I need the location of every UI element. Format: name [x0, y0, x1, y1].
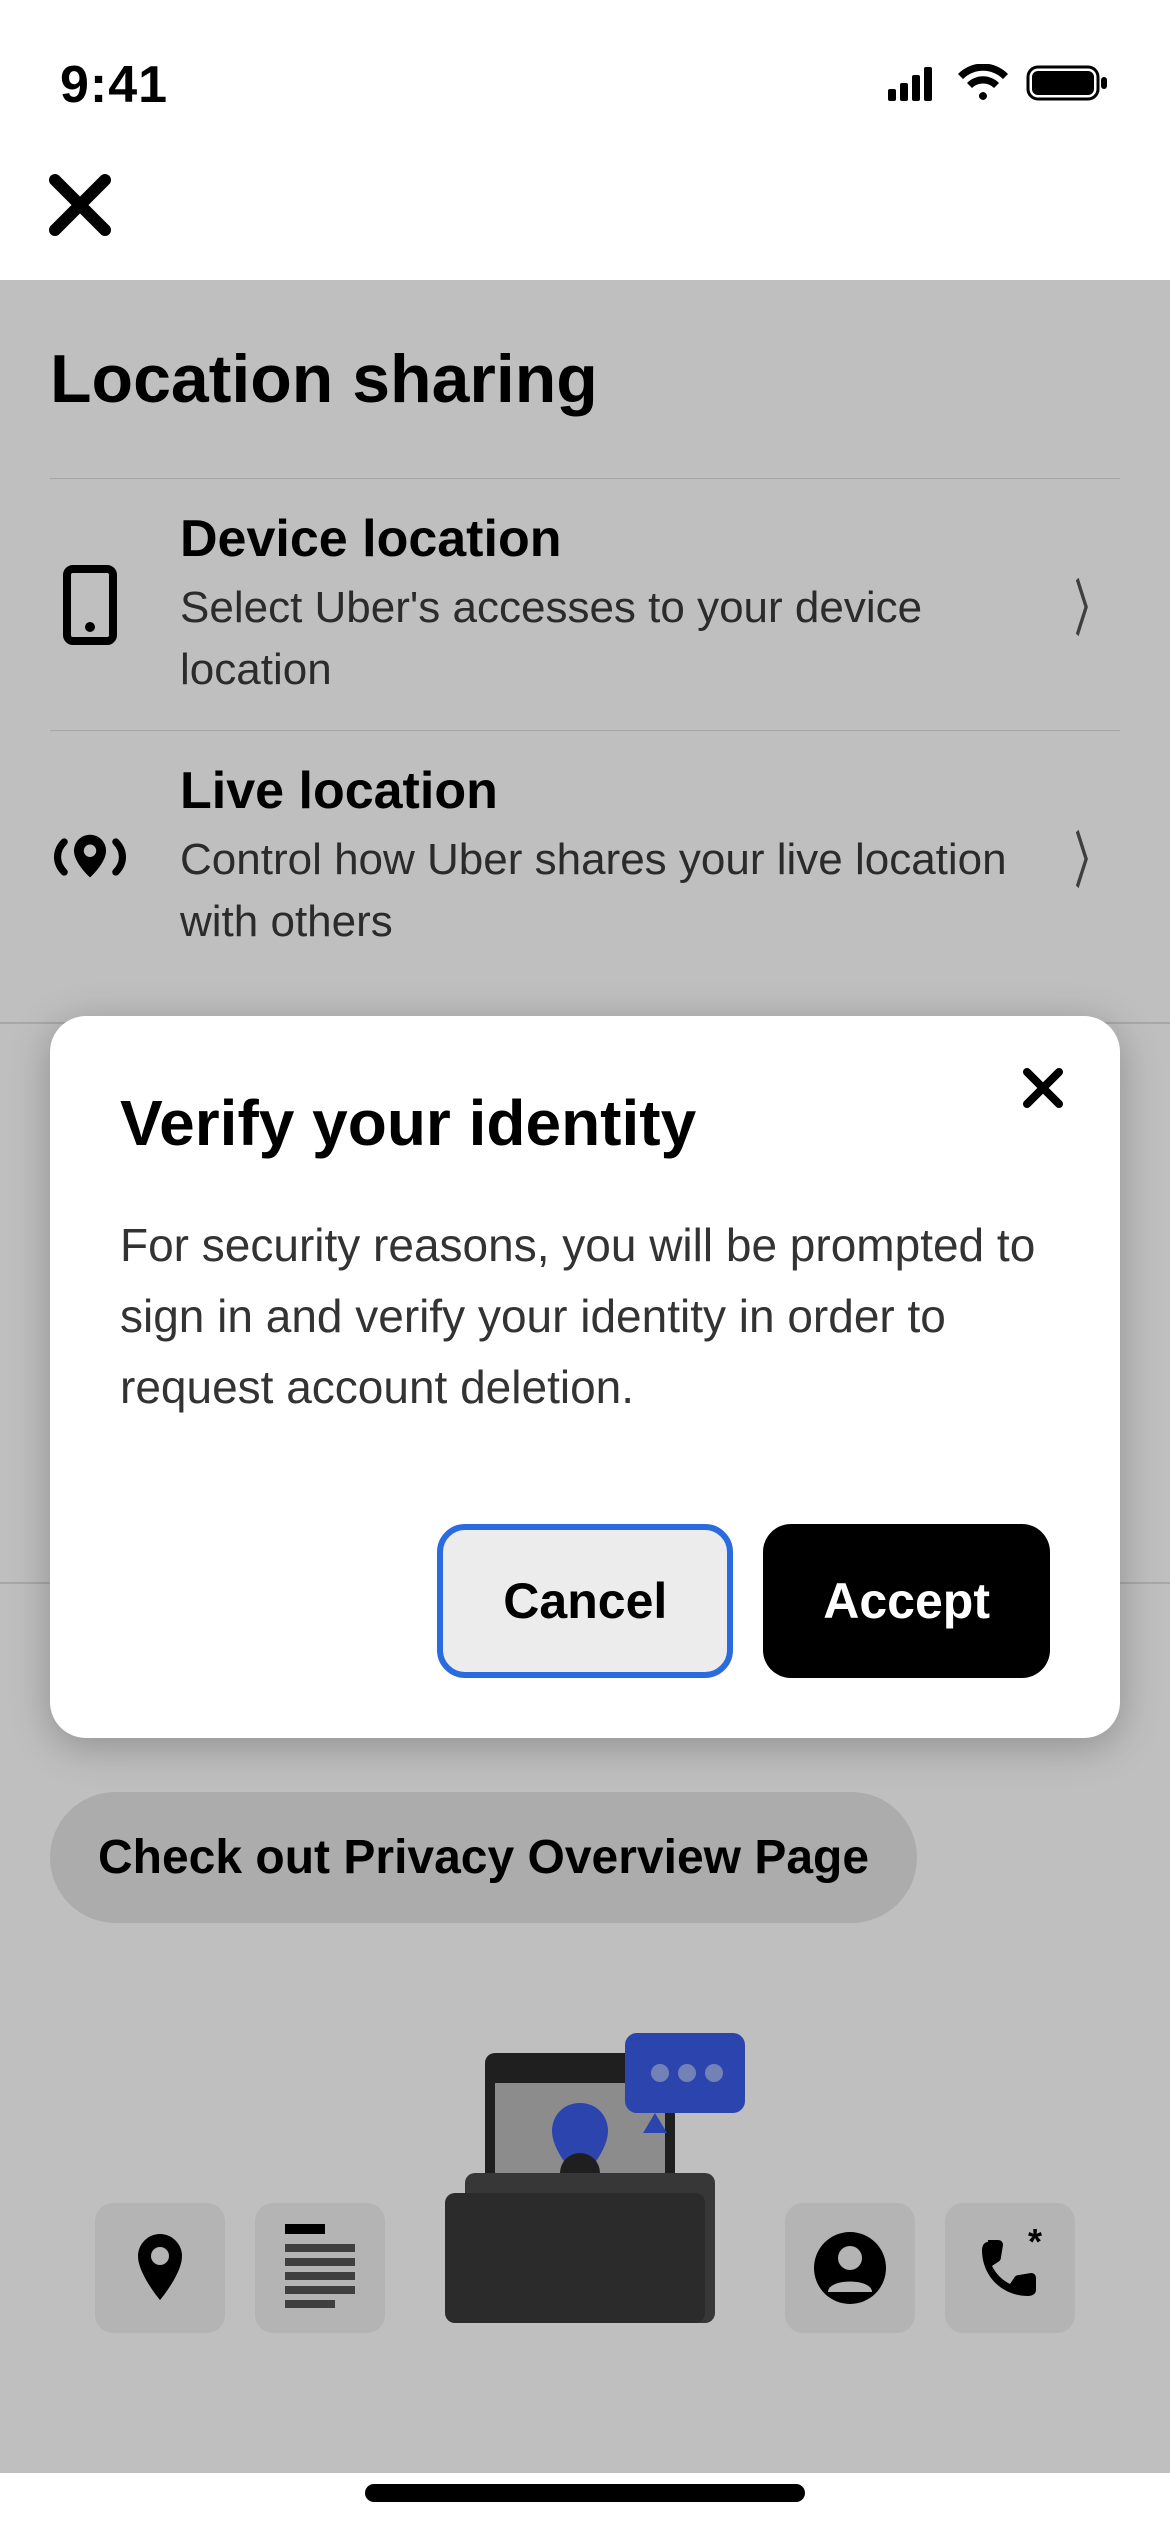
footer-illustration: * — [0, 1953, 1170, 2473]
item-title: Live location — [180, 761, 1010, 821]
status-time: 9:41 — [60, 55, 168, 115]
modal-title: Verify your identity — [120, 1086, 1050, 1160]
modal-close-icon[interactable] — [1021, 1066, 1065, 1110]
item-title: Device location — [180, 509, 1010, 569]
phone-call-icon: * — [945, 2203, 1075, 2333]
chevron-right-icon: 〉 — [1075, 813, 1105, 900]
privacy-overview-chip[interactable]: Check out Privacy Overview Page — [50, 1792, 917, 1923]
accept-button[interactable]: Accept — [763, 1524, 1050, 1678]
live-location-icon — [50, 822, 130, 892]
location-sharing-section: Location sharing Device location Select … — [0, 280, 1170, 1024]
section-title: Location sharing — [50, 340, 1120, 418]
top-nav — [0, 140, 1170, 280]
avatar-icon — [785, 2203, 915, 2333]
status-indicators — [888, 63, 1110, 108]
folder-illustration — [415, 2033, 755, 2333]
item-subtitle: Select Uber's accesses to your device lo… — [180, 577, 1010, 700]
cancel-button[interactable]: Cancel — [437, 1524, 733, 1678]
phone-icon — [50, 565, 130, 645]
status-bar: 9:41 — [0, 0, 1170, 140]
home-indicator[interactable] — [365, 2484, 805, 2502]
verify-identity-modal: Verify your identity For security reason… — [50, 1016, 1120, 1738]
page-content: Location sharing Device location Select … — [0, 280, 1170, 2473]
live-location-row[interactable]: Live location Control how Uber shares yo… — [50, 730, 1120, 982]
cellular-icon — [888, 65, 940, 106]
item-subtitle: Control how Uber shares your live locati… — [180, 829, 1010, 952]
close-icon[interactable] — [45, 170, 1125, 240]
device-location-row[interactable]: Device location Select Uber's accesses t… — [50, 478, 1120, 730]
modal-body-text: For security reasons, you will be prompt… — [120, 1210, 1050, 1424]
pin-icon — [95, 2203, 225, 2333]
battery-icon — [1026, 63, 1110, 108]
document-icon — [255, 2203, 385, 2333]
modal-actions: Cancel Accept — [120, 1524, 1050, 1678]
svg-text:*: * — [1028, 2228, 1042, 2262]
wifi-icon — [958, 64, 1008, 107]
chevron-right-icon: 〉 — [1075, 561, 1105, 648]
